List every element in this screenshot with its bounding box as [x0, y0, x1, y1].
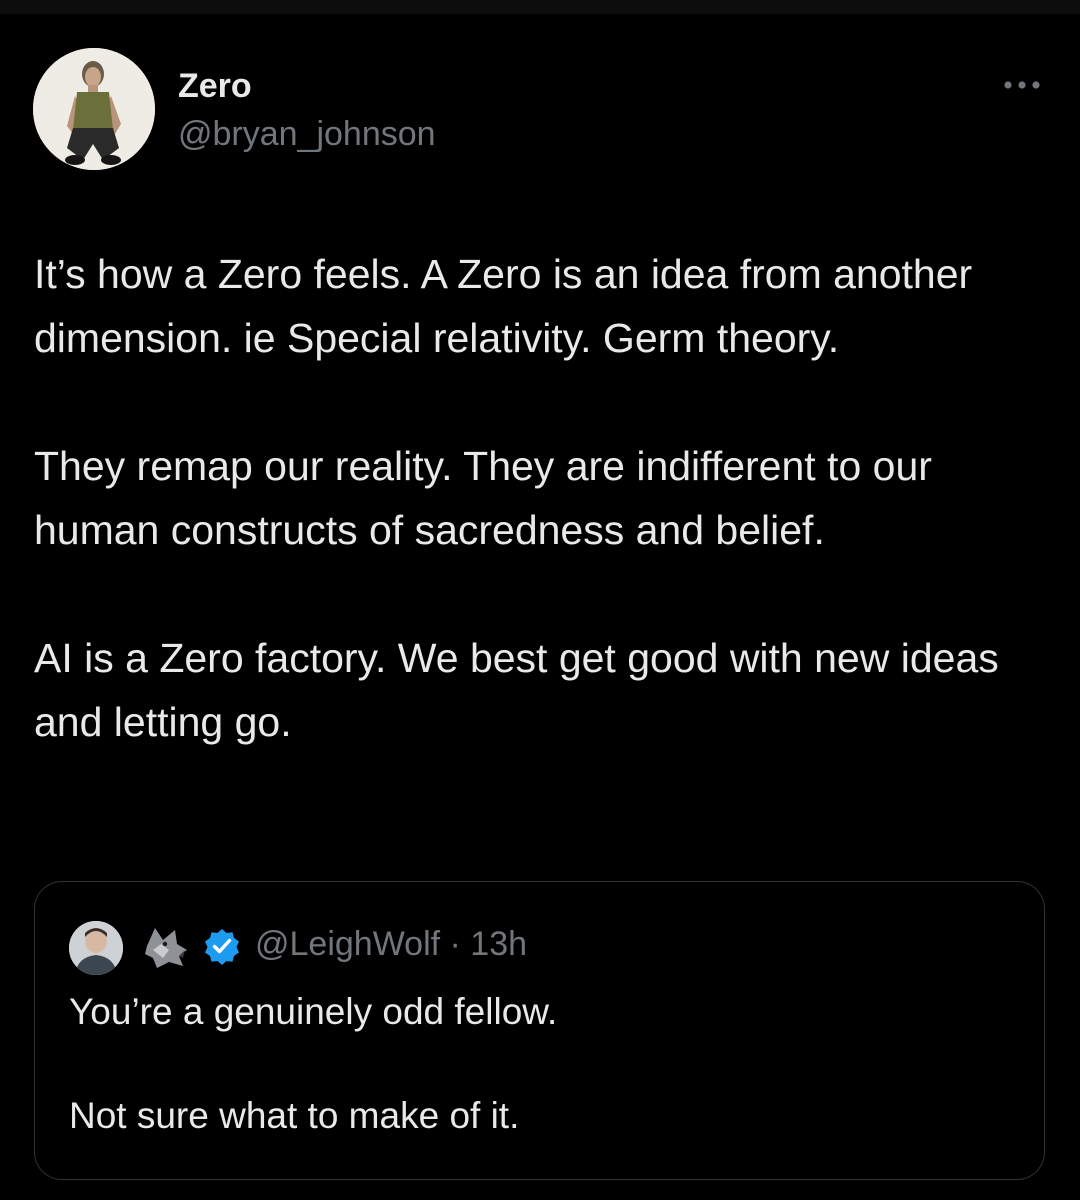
- more-options-button[interactable]: [996, 70, 1048, 100]
- profile-photo-icon: [33, 48, 155, 170]
- verified-badge-icon: [203, 927, 241, 965]
- profile-photo-icon: [69, 921, 123, 975]
- top-strip: [0, 0, 1080, 14]
- tweet-paragraph: They remap our reality. They are indiffe…: [34, 443, 932, 553]
- quoted-author-avatar[interactable]: [69, 921, 123, 975]
- quoted-paragraph: Not sure what to make of it.: [69, 1095, 520, 1136]
- wolf-emoji-icon: [139, 920, 193, 974]
- author-display-name[interactable]: Zero: [178, 64, 252, 108]
- tweet-paragraph: It’s how a Zero feels. A Zero is an idea…: [34, 251, 973, 361]
- quoted-paragraph: You’re a genuinely odd fellow.: [69, 991, 558, 1032]
- quoted-tweet-card[interactable]: @LeighWolf · 13h You’re a genuinely odd …: [34, 881, 1045, 1180]
- quoted-handle-timestamp[interactable]: @LeighWolf · 13h: [255, 922, 527, 966]
- tweet-text: It’s how a Zero feels. A Zero is an idea…: [34, 242, 1044, 754]
- author-handle[interactable]: @bryan_johnson: [178, 112, 436, 156]
- more-horizontal-icon: [1004, 81, 1040, 89]
- tweet-paragraph: AI is a Zero factory. We best get good w…: [34, 635, 999, 745]
- quoted-tweet-text: You’re a genuinely odd fellow. Not sure …: [69, 986, 1009, 1142]
- author-avatar[interactable]: [33, 48, 155, 170]
